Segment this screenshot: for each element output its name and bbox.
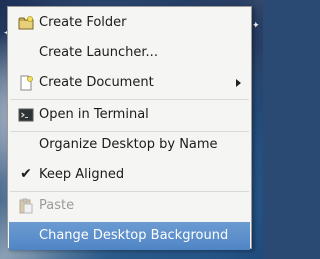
menu-item-label: Organize Desktop by Name	[39, 137, 218, 152]
menu-item-change-desktop-background[interactable]: Change Desktop Background	[9, 222, 250, 250]
menu-item-open-in-terminal[interactable]: Open in Terminal	[9, 101, 250, 129]
desktop-context-menu: Create Folder Create Launcher... Create …	[7, 6, 252, 250]
menu-item-label: Paste	[39, 198, 75, 213]
menu-item-organize-desktop-by-name[interactable]: Organize Desktop by Name	[9, 131, 250, 159]
menu-separator	[10, 99, 249, 100]
folder-icon	[18, 15, 34, 31]
submenu-arrow-icon	[236, 79, 241, 87]
menu-item-label: Change Desktop Background	[39, 228, 229, 243]
menu-item-keep-aligned[interactable]: ✔ Keep Aligned	[9, 161, 250, 189]
star-sparkle-icon: ✦	[252, 21, 260, 31]
menu-item-paste[interactable]: Paste	[9, 192, 250, 220]
menu-item-create-folder[interactable]: Create Folder	[9, 9, 250, 37]
menu-item-label: Open in Terminal	[39, 107, 149, 122]
paste-icon	[18, 198, 34, 214]
menu-item-label: Keep Aligned	[39, 167, 125, 182]
menu-item-create-launcher[interactable]: Create Launcher...	[9, 39, 250, 67]
checkmark-icon: ✔	[20, 166, 32, 182]
menu-item-label: Create Folder	[39, 15, 127, 30]
terminal-icon	[18, 107, 34, 123]
menu-item-label: Create Launcher...	[39, 45, 158, 60]
menu-item-label: Create Document	[39, 75, 154, 90]
menu-item-create-document[interactable]: Create Document	[9, 69, 250, 97]
document-icon	[18, 75, 34, 91]
